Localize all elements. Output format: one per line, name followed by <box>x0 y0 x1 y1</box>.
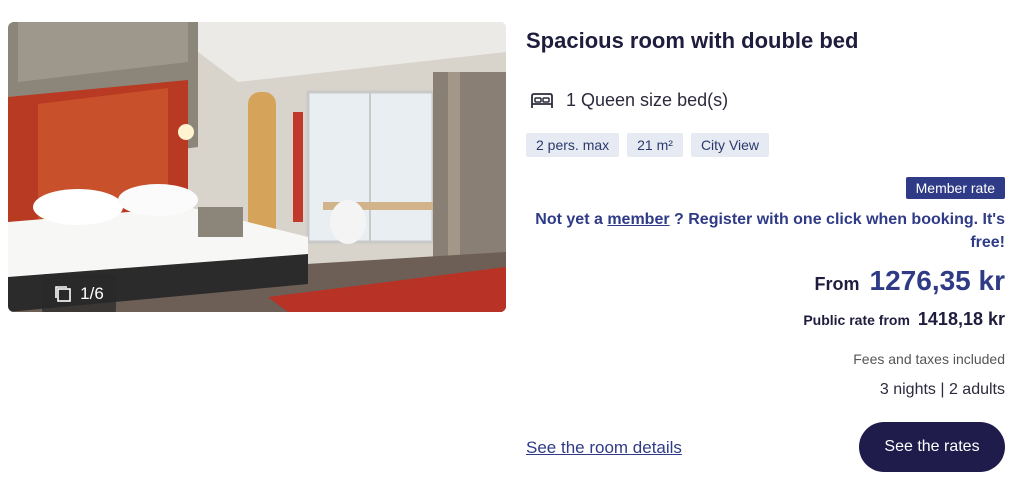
bed-icon <box>531 92 553 108</box>
member-promo-prefix: Not yet a <box>535 211 603 228</box>
see-rates-button[interactable]: See the rates <box>859 422 1005 472</box>
price-from-label: From <box>814 274 860 294</box>
room-title: Spacious room with double bed <box>526 28 859 53</box>
price-row: From 1276,35 kr <box>815 265 1005 297</box>
public-rate-label: Public rate from <box>803 312 910 328</box>
stay-summary: 3 nights | 2 adults <box>879 381 1005 398</box>
bed-info: 1 Queen size bed(s) <box>530 90 728 111</box>
member-price: 1276,35 kr <box>869 265 1005 296</box>
fees-note: Fees and taxes included <box>853 351 1005 367</box>
bed-text: 1 Queen size bed(s) <box>566 90 729 110</box>
tag-capacity: 2 pers. max <box>526 133 620 157</box>
room-photo[interactable]: 1/6 <box>8 22 506 312</box>
public-rate-price: 1418,18 kr <box>917 309 1005 329</box>
room-details-link[interactable]: See the room details <box>526 438 682 458</box>
room-tags: 2 pers. max 21 m² City View <box>526 133 770 157</box>
public-rate-row: Public rate from 1418,18 kr <box>803 309 1005 330</box>
member-promo-suffix: ? Register with one click when booking. … <box>674 211 1005 251</box>
room-photo-illustration <box>8 22 506 312</box>
member-rate-badge: Member rate <box>905 177 1005 199</box>
gallery-icon <box>55 286 71 302</box>
gallery-counter-text: 1/6 <box>80 284 104 303</box>
tag-size: 21 m² <box>627 133 683 157</box>
gallery-counter[interactable]: 1/6 <box>42 274 116 312</box>
member-link[interactable]: member <box>607 211 669 228</box>
member-promo: Not yet a member ? Register with one cli… <box>535 208 1005 254</box>
tag-view: City View <box>690 133 770 157</box>
